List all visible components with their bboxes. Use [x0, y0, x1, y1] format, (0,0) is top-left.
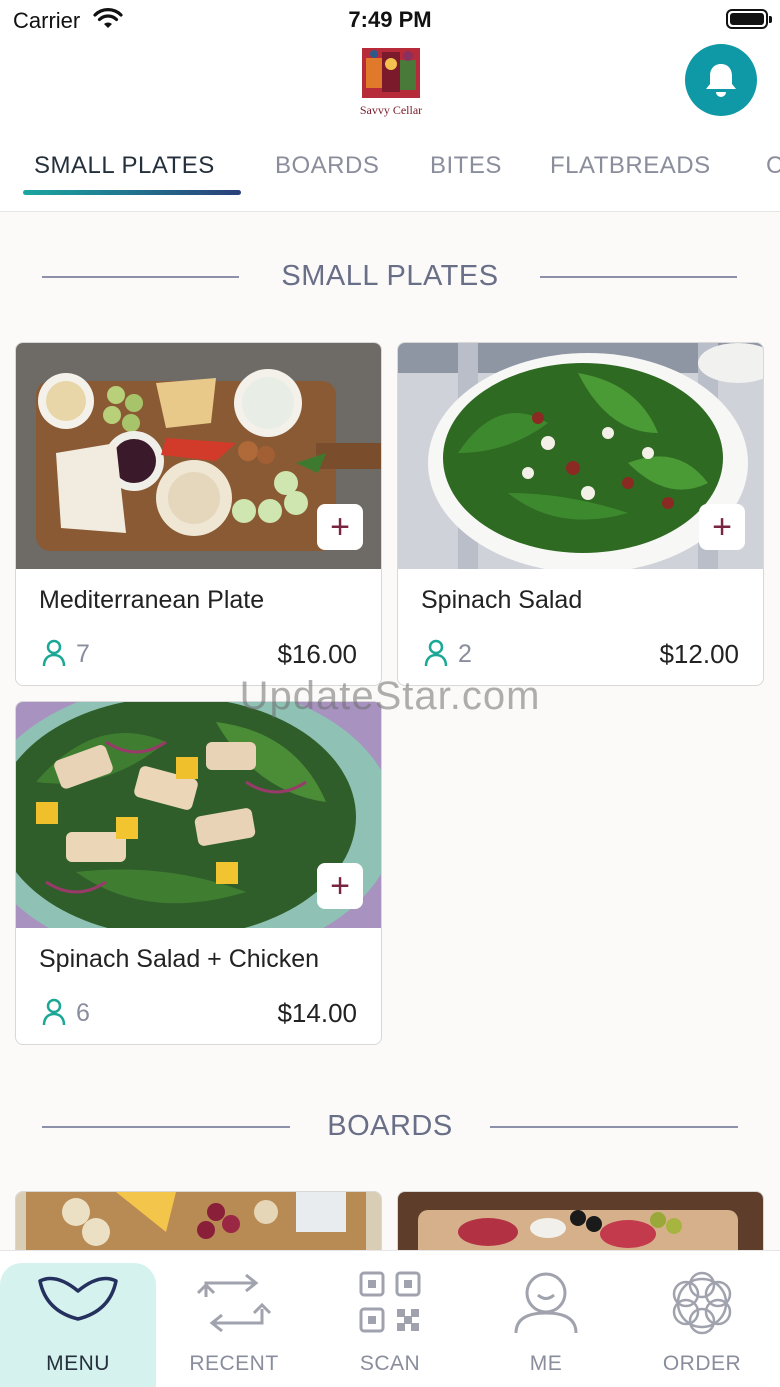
status-time: 7:49 PM	[348, 7, 432, 32]
nav-label: ME	[529, 1352, 563, 1375]
item-name: Spinach Salad	[421, 586, 583, 614]
nav-scan[interactable]: SCAN	[312, 1251, 468, 1387]
app-header: Savvy Cellar SMALL PLATES BOARDS BITES F…	[0, 40, 780, 212]
nav-label: MENU	[46, 1352, 110, 1375]
tab-bites[interactable]: BITES	[430, 152, 502, 180]
nav-order[interactable]: ORDER	[624, 1251, 780, 1387]
watermark-text: UpdateStar.com	[239, 674, 541, 718]
active-tab-indicator	[23, 190, 241, 195]
menu-item-card[interactable]: + Spinach Salad + Chicken 6 $14.00	[15, 701, 382, 1045]
bell-icon	[706, 64, 736, 97]
nav-me[interactable]: ME	[468, 1251, 624, 1387]
tab-small-plates[interactable]: SMALL PLATES	[34, 152, 215, 180]
category-tabs: SMALL PLATES BOARDS BITES FLATBREADS C	[0, 146, 780, 196]
item-popularity-count: 7	[76, 640, 90, 668]
tab-next-partial[interactable]: C	[766, 152, 780, 180]
section-header-boards: BOARDS	[0, 1107, 780, 1147]
menu-item-card[interactable]: + Spinach Salad 2 $12.00	[397, 342, 764, 686]
item-popularity-count: 6	[76, 999, 90, 1027]
notifications-button[interactable]	[685, 44, 757, 116]
recent-icon	[196, 1273, 272, 1333]
order-icon	[672, 1271, 732, 1335]
add-to-order-button[interactable]: +	[317, 863, 363, 909]
person-icon	[424, 639, 448, 672]
brand-logo: Savvy Cellar	[354, 44, 428, 117]
tab-boards[interactable]: BOARDS	[275, 152, 379, 180]
tab-flatbreads[interactable]: FLATBREADS	[550, 152, 711, 180]
item-price: $16.00	[277, 639, 357, 669]
item-popularity-count: 2	[458, 640, 472, 668]
nav-label: RECENT	[189, 1352, 279, 1375]
bottom-navigation: MENU RECENT SCAN ME ORDER	[0, 1250, 780, 1387]
qr-scan-icon	[359, 1271, 421, 1333]
add-to-order-button[interactable]: +	[699, 504, 745, 550]
section-header-small-plates: SMALL PLATES	[0, 257, 780, 297]
person-icon	[42, 639, 66, 672]
menu-icon	[38, 1276, 118, 1321]
nav-label: ORDER	[662, 1352, 742, 1375]
nav-menu[interactable]: MENU	[0, 1263, 156, 1387]
nav-label: SCAN	[359, 1352, 421, 1375]
logo-text: Savvy Cellar	[359, 103, 423, 117]
item-name: Spinach Salad + Chicken	[39, 945, 320, 973]
item-name: Mediterranean Plate	[39, 586, 265, 614]
menu-item-card[interactable]: + Mediterranean Plate 7 $16.00	[15, 342, 382, 686]
battery-icon	[726, 9, 772, 29]
logo-art-icon	[362, 48, 420, 98]
item-price: $14.00	[277, 998, 357, 1028]
add-to-order-button[interactable]: +	[317, 504, 363, 550]
status-bar: Carrier 7:49 PM	[0, 0, 780, 40]
item-price: $12.00	[659, 639, 739, 669]
nav-recent[interactable]: RECENT	[156, 1251, 312, 1387]
person-icon	[42, 998, 66, 1031]
person-icon	[514, 1272, 578, 1334]
